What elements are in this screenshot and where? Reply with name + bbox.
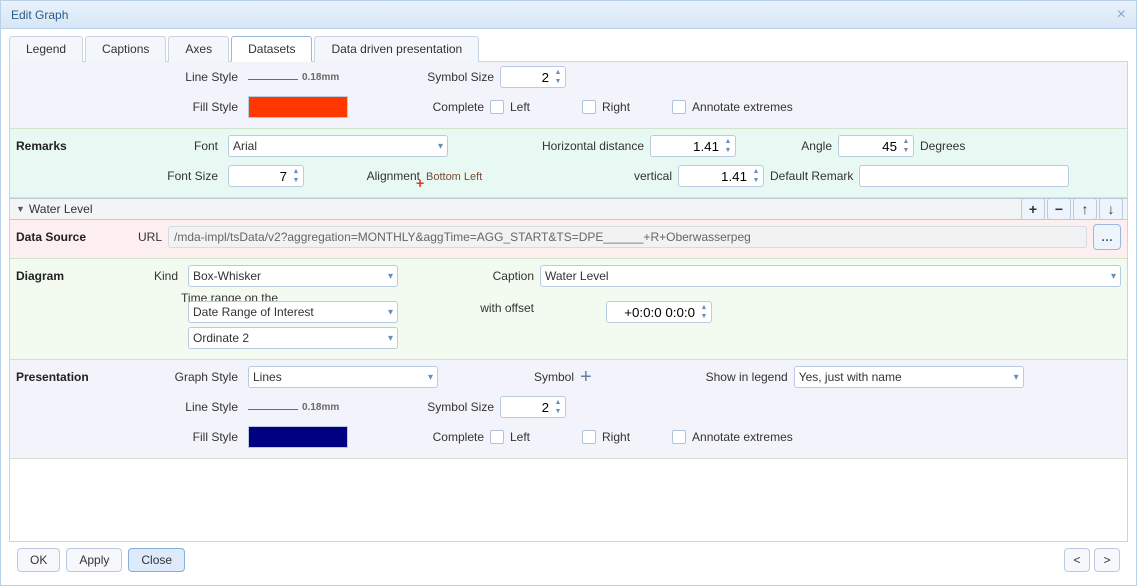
angle-spinner[interactable]: ▲▼: [838, 135, 914, 157]
next-button[interactable]: >: [1094, 548, 1120, 572]
vertical-spinner[interactable]: ▲▼: [678, 165, 764, 187]
font-size-label: Font Size: [122, 169, 222, 183]
tab-legend[interactable]: Legend: [9, 36, 83, 62]
line-style-label: Line Style: [122, 70, 242, 84]
browse-button[interactable]: …: [1093, 224, 1121, 250]
fill-style-label: Fill Style: [122, 100, 242, 114]
right-label: Right: [602, 100, 630, 114]
tab-datasets[interactable]: Datasets: [231, 36, 312, 62]
annot-checkbox[interactable]: [672, 100, 686, 114]
graph-style-combo[interactable]: Lines: [248, 366, 438, 388]
fill-style-label-2: Fill Style: [122, 430, 242, 444]
hdist-spinner[interactable]: ▲▼: [650, 135, 736, 157]
angle-label: Angle: [742, 139, 832, 153]
presentation-title: Presentation: [16, 370, 116, 384]
left-label-2: Left: [510, 430, 530, 444]
fill-color-swatch-2[interactable]: [248, 426, 348, 448]
complete-label: Complete: [354, 100, 484, 114]
right-label-2: Right: [602, 430, 630, 444]
symbol-preview-icon[interactable]: +: [580, 366, 592, 389]
apply-button[interactable]: Apply: [66, 548, 122, 572]
vertical-label: vertical: [552, 169, 672, 183]
font-size-spinner[interactable]: ▲▼: [228, 165, 304, 187]
symbol-size-label: Symbol Size: [364, 70, 494, 84]
titlebar: Edit Graph ×: [1, 1, 1136, 29]
diagram-section: Diagram Kind Box-Whisker Caption Water L…: [10, 259, 1127, 360]
caption-label: Caption: [404, 269, 534, 283]
dialog-footer: OK Apply Close < >: [9, 542, 1128, 578]
water-level-title: Water Level: [29, 202, 93, 216]
complete-label-2: Complete: [354, 430, 484, 444]
font-combo[interactable]: Arial: [228, 135, 448, 157]
symbol-size-spinner[interactable]: ▲▼: [500, 66, 566, 88]
tab-axes[interactable]: Axes: [168, 36, 229, 62]
right-checkbox[interactable]: [582, 100, 596, 114]
remarks-title: Remarks: [16, 139, 116, 153]
alignment-value[interactable]: Bottom Left +: [426, 169, 546, 183]
alignment-label: Alignment: [310, 169, 420, 183]
diagram-title: Diagram: [16, 269, 116, 283]
url-label: URL: [122, 230, 162, 244]
timerange-combo[interactable]: Date Range of Interest: [188, 301, 398, 323]
default-remark-input[interactable]: [859, 165, 1069, 187]
tab-captions[interactable]: Captions: [85, 36, 166, 62]
line-style-label-2: Line Style: [122, 400, 242, 414]
default-remark-label: Default Remark: [770, 169, 853, 183]
symbol-size-label-2: Symbol Size: [364, 400, 494, 414]
remove-icon[interactable]: −: [1047, 198, 1071, 220]
symbol-size-input[interactable]: [501, 68, 551, 86]
move-down-icon[interactable]: ↓: [1099, 198, 1123, 220]
symbol-label: Symbol: [444, 370, 574, 384]
show-legend-label: Show in legend: [598, 370, 788, 384]
annot-checkbox-2[interactable]: [672, 430, 686, 444]
fill-color-swatch[interactable]: [248, 96, 348, 118]
tab-data-driven-presentation[interactable]: Data driven presentation: [314, 36, 479, 62]
left-checkbox[interactable]: [490, 100, 504, 114]
line-mm-2: 0.18mm: [302, 402, 339, 413]
caption-combo[interactable]: Water Level: [540, 265, 1121, 287]
annot-label: Annotate extremes: [692, 100, 793, 114]
water-level-header[interactable]: ▼ Water Level + − ↑ ↓: [10, 198, 1127, 220]
close-icon[interactable]: ×: [1117, 6, 1126, 24]
kind-label: Kind: [122, 269, 182, 283]
prev-button[interactable]: <: [1064, 548, 1090, 572]
presentation-section: Presentation Graph Style Lines Symbol + …: [10, 360, 1127, 459]
tabstrip: Legend Captions Axes Datasets Data drive…: [9, 35, 1128, 62]
dialog-body: Legend Captions Axes Datasets Data drive…: [1, 29, 1136, 580]
target-ord-combo[interactable]: Ordinate 2: [188, 327, 398, 349]
offset-label: with offset: [404, 301, 534, 315]
graph-style-label: Graph Style: [122, 370, 242, 384]
close-button[interactable]: Close: [128, 548, 185, 572]
right-checkbox-2[interactable]: [582, 430, 596, 444]
collapse-icon[interactable]: ▼: [16, 204, 25, 214]
hdist-label: Horizontal distance: [454, 139, 644, 153]
font-label: Font: [122, 139, 222, 153]
left-label: Left: [510, 100, 530, 114]
offset-spinner[interactable]: ▲▼: [606, 301, 712, 323]
window-title: Edit Graph: [11, 8, 68, 22]
line-sample-icon-2: [248, 409, 298, 410]
add-icon[interactable]: +: [1021, 198, 1045, 220]
remarks-section: Remarks Font Arial Horizontal distance ▲…: [10, 129, 1127, 198]
datasets-scroll[interactable]: Line Style 0.18mm Symbol Size ▲▼ Fill St…: [9, 62, 1128, 542]
annot-label-2: Annotate extremes: [692, 430, 793, 444]
url-field: /mda-impl/tsData/v2?aggregation=MONTHLY&…: [168, 226, 1087, 248]
ok-button[interactable]: OK: [17, 548, 60, 572]
upper-presentation: Line Style 0.18mm Symbol Size ▲▼ Fill St…: [10, 62, 1127, 129]
line-sample-icon: [248, 79, 298, 80]
symbol-size-spinner-2[interactable]: ▲▼: [500, 396, 566, 418]
kind-combo[interactable]: Box-Whisker: [188, 265, 398, 287]
data-source-section: Data Source URL /mda-impl/tsData/v2?aggr…: [10, 220, 1127, 259]
show-legend-combo[interactable]: Yes, just with name: [794, 366, 1024, 388]
degrees-label: Degrees: [920, 139, 965, 153]
move-up-icon[interactable]: ↑: [1073, 198, 1097, 220]
line-mm: 0.18mm: [302, 72, 339, 83]
data-source-title: Data Source: [16, 230, 116, 244]
left-checkbox-2[interactable]: [490, 430, 504, 444]
